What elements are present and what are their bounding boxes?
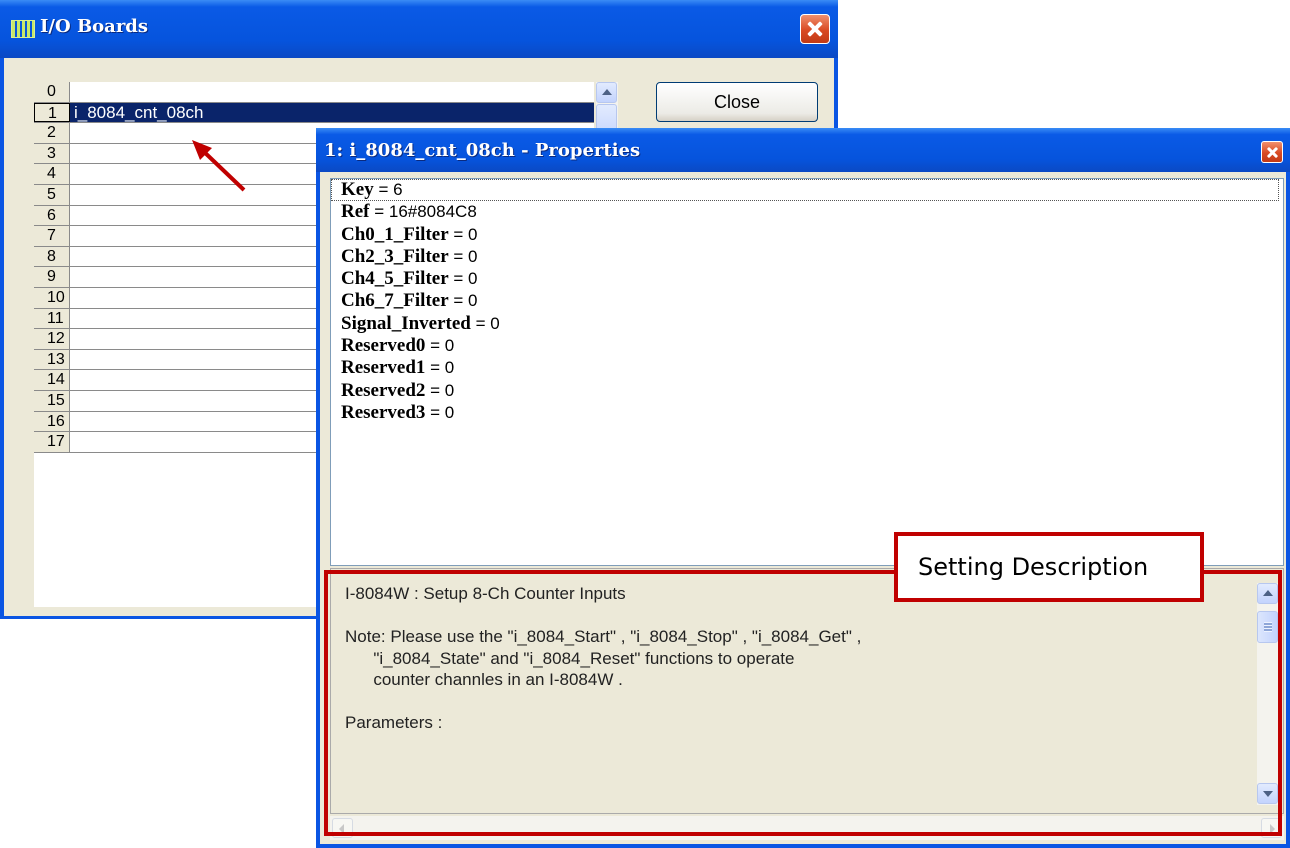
- equals-sign: =: [470, 313, 491, 333]
- property-value: 0: [444, 380, 455, 400]
- property-key: Reserved1: [341, 357, 426, 379]
- io-boards-title: I/O Boards: [40, 16, 149, 37]
- property-value: 0: [490, 313, 500, 333]
- io-board-slot-number: 13: [34, 349, 70, 370]
- property-row[interactable]: Ref = 16#8084C8: [331, 201, 1283, 223]
- property-key: Signal_Inverted: [341, 312, 471, 334]
- equals-sign: =: [448, 224, 469, 244]
- scroll-up-icon[interactable]: [596, 82, 617, 103]
- io-board-slot-number: 5: [34, 184, 70, 205]
- property-key: Key: [341, 179, 374, 200]
- io-board-slot-number: 8: [34, 246, 70, 267]
- property-row[interactable]: Ch2_3_Filter = 0: [331, 246, 1283, 268]
- annotation-highlight-box: [324, 570, 1282, 836]
- io-board-slot-number: 0: [34, 82, 70, 102]
- property-key: Reserved0: [341, 335, 426, 357]
- equals-sign: =: [369, 202, 389, 222]
- property-row[interactable]: Reserved1 = 0: [331, 357, 1283, 379]
- property-row[interactable]: Ch6_7_Filter = 0: [331, 290, 1283, 312]
- property-row[interactable]: Reserved3 = 0: [331, 402, 1283, 424]
- property-list: Key = 6 Ref = 16#8084C8 Ch0_1_Filter = 0 Ch…: [330, 178, 1284, 566]
- io-board-slot-number: 6: [34, 205, 70, 226]
- io-board-slot-number: 14: [34, 370, 70, 390]
- property-row[interactable]: Ch0_1_Filter = 0: [331, 224, 1283, 246]
- properties-titlebar[interactable]: 1: i_8084_cnt_08ch - Properties: [316, 128, 1290, 172]
- property-key: Ch0_1_Filter: [341, 223, 449, 245]
- property-row[interactable]: Ch4_5_Filter = 0: [331, 268, 1283, 290]
- io-board-row[interactable]: 0: [34, 82, 594, 103]
- property-key: Ch4_5_Filter: [341, 268, 449, 290]
- property-value: 0: [468, 246, 478, 266]
- io-board-slot-number: 17: [34, 432, 70, 452]
- property-key: Reserved3: [341, 401, 426, 423]
- property-row[interactable]: Key = 6: [331, 179, 1279, 202]
- io-board-slot-number: 1: [34, 102, 70, 123]
- io-board-slot-number: 15: [34, 390, 70, 411]
- property-value: 0: [444, 402, 455, 422]
- property-key: Ch6_7_Filter: [341, 290, 449, 312]
- properties-title: 1: i_8084_cnt_08ch - Properties: [324, 140, 641, 161]
- equals-sign: =: [448, 291, 469, 311]
- property-row[interactable]: Signal_Inverted = 0: [331, 313, 1283, 335]
- equals-sign: =: [425, 380, 445, 400]
- property-value: 16#8084C8: [388, 202, 477, 222]
- close-button[interactable]: Close: [656, 82, 818, 122]
- property-value: 0: [468, 291, 478, 311]
- io-board-slot-number: 10: [34, 287, 70, 308]
- grid-app-icon: [11, 20, 35, 38]
- property-key: Ch2_3_Filter: [341, 245, 449, 267]
- io-boards-titlebar[interactable]: I/O Boards: [0, 0, 838, 58]
- property-value: 0: [468, 269, 478, 289]
- io-board-slot-number: 4: [34, 164, 70, 184]
- io-board-slot-number: 7: [34, 226, 70, 246]
- io-board-name: i_8084_cnt_08ch: [74, 102, 204, 122]
- property-value: 0: [444, 336, 455, 356]
- property-value: 0: [468, 224, 478, 244]
- io-board-slot-number: 9: [34, 267, 70, 287]
- property-key: Reserved2: [341, 379, 426, 401]
- equals-sign: =: [425, 402, 445, 422]
- property-value: 0: [444, 358, 455, 378]
- property-value: 6: [393, 180, 403, 199]
- property-row[interactable]: Reserved0 = 0: [331, 335, 1283, 357]
- io-board-slot-number: 12: [34, 329, 70, 349]
- properties-close-icon[interactable]: [1261, 141, 1283, 163]
- property-row[interactable]: Reserved2 = 0: [331, 380, 1283, 402]
- equals-sign: =: [425, 336, 445, 356]
- io-board-row[interactable]: 1 i_8084_cnt_08ch: [34, 102, 594, 124]
- io-board-slot-number: 2: [34, 123, 70, 143]
- io-board-slot-number: 11: [34, 308, 70, 329]
- io-board-slot-number: 3: [34, 143, 70, 164]
- equals-sign: =: [448, 269, 469, 289]
- equals-sign: =: [373, 180, 394, 199]
- property-key: Ref: [341, 201, 370, 223]
- equals-sign: =: [425, 358, 445, 378]
- annotation-label: Setting Description: [894, 532, 1204, 602]
- io-board-slot-number: 16: [34, 411, 70, 432]
- annotation-arrow: [192, 140, 246, 192]
- io-boards-close-icon[interactable]: [800, 14, 830, 44]
- equals-sign: =: [448, 246, 469, 266]
